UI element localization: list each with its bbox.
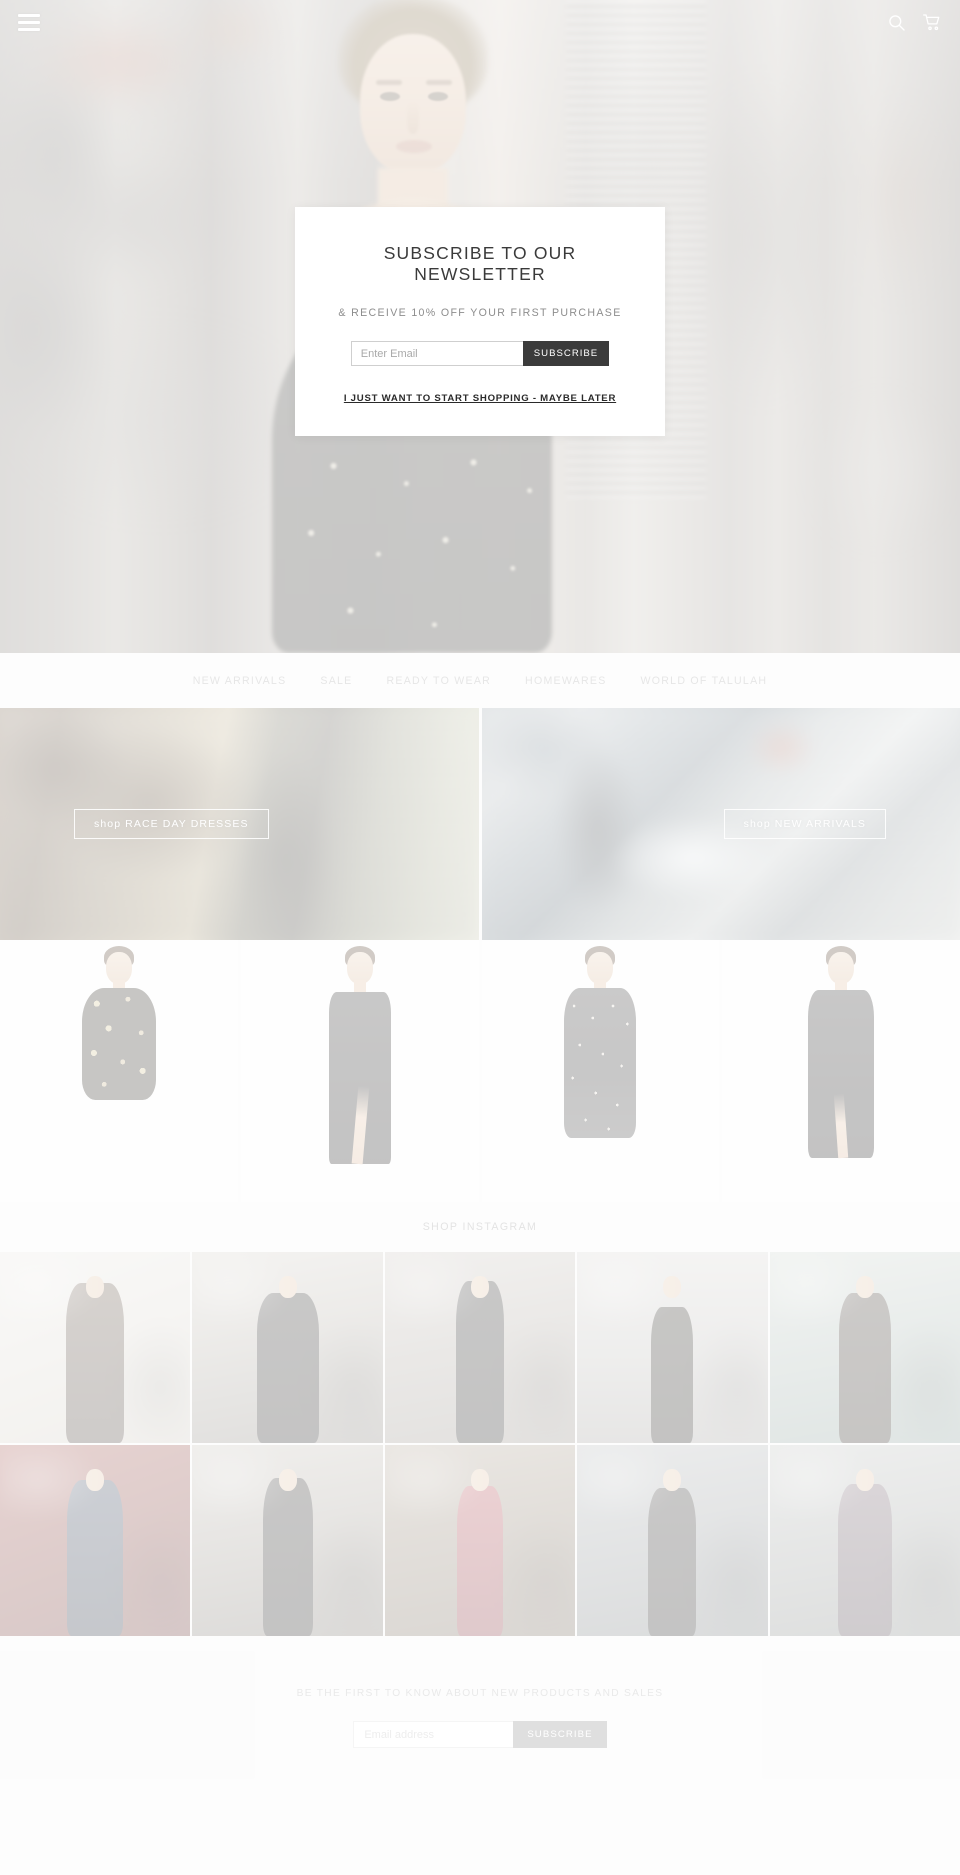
banner-image-new-arrivals [481,708,960,940]
footer-newsletter-form: SUBSCRIBE [0,1721,960,1748]
footer-subscribe-button[interactable]: SUBSCRIBE [513,1721,607,1748]
nav-item-sale[interactable]: SALE [320,675,352,687]
instagram-post-1[interactable] [0,1252,191,1443]
nav-item-new-arrivals[interactable]: NEW ARRIVALS [193,675,287,687]
instagram-post-4[interactable] [577,1252,768,1443]
page-root: NEW ARRIVALS SALE READY TO WEAR HOMEWARE… [0,0,960,1875]
footer-email-input[interactable] [353,1721,514,1748]
instagram-post-7[interactable] [192,1445,383,1636]
skip-newsletter-link[interactable]: I JUST WANT TO START SHOPPING - MAYBE LA… [344,393,616,404]
newsletter-modal: SUBSCRIBE TO OUR NEWSLETTER & RECEIVE 10… [295,207,665,436]
product-card-black-cold-shoulder-gown[interactable] [722,940,960,1202]
product-card-polka-dot-midi-dress[interactable] [481,940,720,1202]
footer-newsletter-section: BE THE FIRST TO KNOW ABOUT NEW PRODUCTS … [0,1636,960,1788]
promo-banner-race-day-dresses[interactable]: shop RACE DAY DRESSES [0,708,479,940]
instagram-post-9[interactable] [577,1445,768,1636]
product-card-floral-mini-dress[interactable] [0,940,238,1202]
main-navigation: NEW ARRIVALS SALE READY TO WEAR HOMEWARE… [0,653,960,708]
promo-banner-row: shop RACE DAY DRESSES shop NEW ARRIVALS [0,708,960,940]
newsletter-modal-subtitle: & RECEIVE 10% OFF YOUR FIRST PURCHASE [338,307,622,319]
shop-race-day-dresses-button[interactable]: shop RACE DAY DRESSES [74,809,269,839]
promo-banner-new-arrivals[interactable]: shop NEW ARRIVALS [481,708,960,940]
footer-newsletter-tagline: BE THE FIRST TO KNOW ABOUT NEW PRODUCTS … [296,1688,664,1699]
product-card-black-strapless-gown[interactable] [240,940,479,1202]
shop-new-arrivals-button[interactable]: shop NEW ARRIVALS [723,809,886,839]
newsletter-email-input[interactable] [350,341,523,366]
nav-item-world-of-talulah[interactable]: WORLD OF TALULAH [641,675,768,687]
instagram-post-2[interactable] [192,1252,383,1443]
instagram-grid [0,1252,960,1636]
instagram-post-3[interactable] [384,1252,576,1443]
instagram-post-6[interactable] [0,1445,191,1636]
product-grid [0,940,960,1202]
nav-item-ready-to-wear[interactable]: READY TO WEAR [386,675,491,687]
instagram-section-heading: SHOP INSTAGRAM [0,1202,960,1252]
instagram-post-8[interactable] [384,1445,576,1636]
newsletter-subscribe-button[interactable]: SUBSCRIBE [522,341,610,366]
nav-item-homewares[interactable]: HOMEWARES [525,675,607,687]
instagram-post-10[interactable] [769,1445,960,1636]
instagram-heading-text: SHOP INSTAGRAM [422,1221,538,1233]
newsletter-modal-title: SUBSCRIBE TO OUR NEWSLETTER [383,243,577,284]
newsletter-modal-layer: SUBSCRIBE TO OUR NEWSLETTER & RECEIVE 10… [0,0,960,653]
newsletter-modal-form: SUBSCRIBE [321,341,639,366]
instagram-post-5[interactable] [769,1252,960,1443]
